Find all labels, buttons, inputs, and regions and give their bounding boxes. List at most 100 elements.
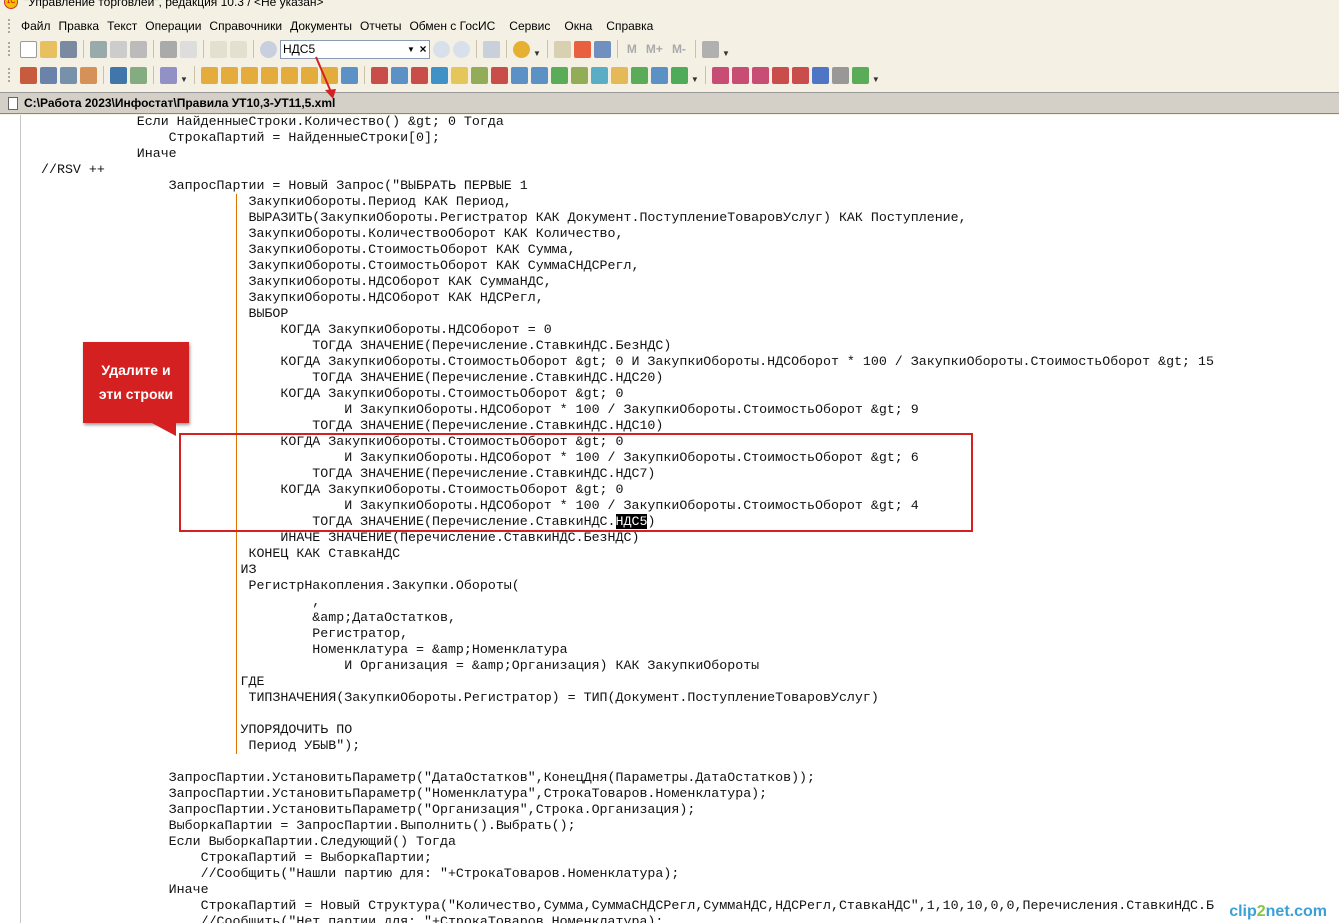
toolbar-action-icon[interactable] xyxy=(831,66,849,84)
toolbar-action-icon[interactable] xyxy=(20,66,37,84)
menu-service[interactable]: Сервис xyxy=(505,19,554,33)
code-line: ЗапросПартии.УстановитьПараметр("Организ… xyxy=(41,802,1214,818)
toolbar-action-icon[interactable] xyxy=(220,66,238,84)
clear-search-icon[interactable]: × xyxy=(417,42,429,56)
toolbar-action-icon[interactable] xyxy=(60,66,77,84)
query-line-marker xyxy=(232,530,241,546)
memory-subtract-button[interactable]: M- xyxy=(669,42,689,56)
toolbar-action-icon[interactable] xyxy=(370,66,388,84)
menu-file[interactable]: Файл xyxy=(17,19,55,33)
chevron-down-icon[interactable]: ▼ xyxy=(691,75,699,84)
toolbar-action-icon[interactable] xyxy=(390,66,408,84)
menu-operations[interactable]: Операции xyxy=(141,19,205,33)
toolbar-action-icon[interactable] xyxy=(240,66,258,84)
menu-help[interactable]: Справка xyxy=(602,19,657,33)
toolbar-action-icon[interactable] xyxy=(791,66,809,84)
calculator-icon[interactable] xyxy=(553,40,571,58)
calendar-icon[interactable] xyxy=(573,40,591,58)
toolbar-action-icon[interactable] xyxy=(80,66,97,84)
undo-icon[interactable] xyxy=(210,40,227,58)
code-line: | ВЫРАЗИТЬ(ЗакупкиОбороты.Регистратор КА… xyxy=(41,210,1214,226)
search-input[interactable]: НДС5 ▼ × xyxy=(280,39,430,59)
separator xyxy=(546,40,548,58)
menu-edit[interactable]: Правка xyxy=(55,19,104,33)
print-preview-icon[interactable] xyxy=(180,40,197,58)
toolbar-action-icon[interactable] xyxy=(200,66,218,84)
toolbar-action-icon[interactable] xyxy=(590,66,608,84)
toolbar-grip[interactable] xyxy=(8,68,11,82)
memory-add-button[interactable]: M+ xyxy=(643,42,666,56)
info-icon[interactable] xyxy=(513,40,530,58)
find-next-icon[interactable] xyxy=(433,40,450,58)
toolbar-grip[interactable] xyxy=(8,42,11,56)
query-line-marker xyxy=(232,322,241,338)
toolbar-action-icon[interactable] xyxy=(280,66,298,84)
code-line: Если НайденныеСтроки.Количество() &gt; 0… xyxy=(41,115,1214,130)
menu-windows[interactable]: Окна xyxy=(560,19,596,33)
code-text: | ИНАЧЕ ЗНАЧЕНИЕ(Перечисление.СтавкиНДС.… xyxy=(41,530,640,545)
chevron-down-icon[interactable]: ▼ xyxy=(180,75,188,84)
windows-icon[interactable] xyxy=(483,40,500,58)
toolbar-action-icon[interactable] xyxy=(490,66,508,84)
toolbar-action-icon[interactable] xyxy=(430,66,448,84)
toolbar-action-icon[interactable] xyxy=(731,66,749,84)
toolbar-action-icon[interactable] xyxy=(340,66,358,84)
code-text: |ГДЕ xyxy=(41,674,265,689)
code-text: ЗапросПартии.УстановитьПараметр("ДатаОст… xyxy=(41,770,816,785)
paste-icon[interactable] xyxy=(130,40,147,58)
code-line: | ЗакупкиОбороты.НДСОборот КАК НДСРегл, xyxy=(41,290,1214,306)
print-icon[interactable] xyxy=(160,40,177,58)
open-folder-icon[interactable] xyxy=(40,40,57,58)
chevron-down-icon[interactable]: ▼ xyxy=(405,45,417,54)
toolbar-action-icon[interactable] xyxy=(510,66,528,84)
search-value[interactable]: НДС5 xyxy=(283,42,405,56)
toolbar-action-icon[interactable] xyxy=(110,66,127,84)
toolbar-action-icon[interactable] xyxy=(670,66,688,84)
copy-icon[interactable] xyxy=(110,40,127,58)
toolbar-action-icon[interactable] xyxy=(160,66,177,84)
toolbar-action-icon[interactable] xyxy=(470,66,488,84)
toolbar-action-icon[interactable] xyxy=(771,66,789,84)
chevron-down-icon[interactable]: ▼ xyxy=(872,75,880,84)
toolbar-action-icon[interactable] xyxy=(260,66,278,84)
toolbar-action-icon[interactable] xyxy=(811,66,829,84)
cut-icon[interactable] xyxy=(90,40,107,58)
toolbar-action-icon[interactable] xyxy=(130,66,147,84)
chevron-down-icon[interactable]: ▼ xyxy=(533,49,541,58)
toolbar-action-icon[interactable] xyxy=(570,66,588,84)
toolbar-grip[interactable] xyxy=(8,19,11,33)
toolbar-action-icon[interactable] xyxy=(300,66,318,84)
toolbar-action-icon[interactable] xyxy=(650,66,668,84)
search-icon[interactable] xyxy=(260,40,277,58)
query-line-marker xyxy=(232,738,241,754)
query-line-marker xyxy=(232,402,241,418)
toolbar-action-icon[interactable] xyxy=(851,66,869,84)
toolbar-action-icon[interactable] xyxy=(751,66,769,84)
user-lock-icon[interactable] xyxy=(593,40,611,58)
wrench-icon[interactable] xyxy=(701,40,719,58)
new-document-icon[interactable] xyxy=(20,40,37,58)
query-line-marker xyxy=(232,306,241,322)
memory-button[interactable]: M xyxy=(624,42,640,56)
toolbar-action-icon[interactable] xyxy=(550,66,568,84)
find-previous-icon[interactable] xyxy=(453,40,470,58)
toolbar-action-icon[interactable] xyxy=(630,66,648,84)
toolbar-action-icon[interactable] xyxy=(40,66,57,84)
toolbar-action-icon[interactable] xyxy=(530,66,548,84)
menu-text[interactable]: Текст xyxy=(103,19,141,33)
menu-documents[interactable]: Документы xyxy=(286,19,356,33)
toolbar-action-icon[interactable] xyxy=(610,66,628,84)
menu-catalogs[interactable]: Справочники xyxy=(205,19,286,33)
menu-reports[interactable]: Отчеты xyxy=(356,19,405,33)
chevron-down-icon[interactable]: ▼ xyxy=(722,49,730,58)
title-bar: 1С "Управление торговлей", редакция 10.3… xyxy=(0,0,1339,10)
redo-icon[interactable] xyxy=(230,40,247,58)
save-icon[interactable] xyxy=(60,40,77,58)
toolbar-action-icon[interactable] xyxy=(450,66,468,84)
toolbar-action-icon[interactable] xyxy=(410,66,428,84)
menu-gosis-exchange[interactable]: Обмен с ГосИС xyxy=(405,19,499,33)
query-line-marker xyxy=(232,418,241,434)
code-line: | И ЗакупкиОбороты.НДСОборот * 100 / Зак… xyxy=(41,402,1214,418)
toolbar-action-icon[interactable] xyxy=(320,66,338,84)
toolbar-action-icon[interactable] xyxy=(711,66,729,84)
